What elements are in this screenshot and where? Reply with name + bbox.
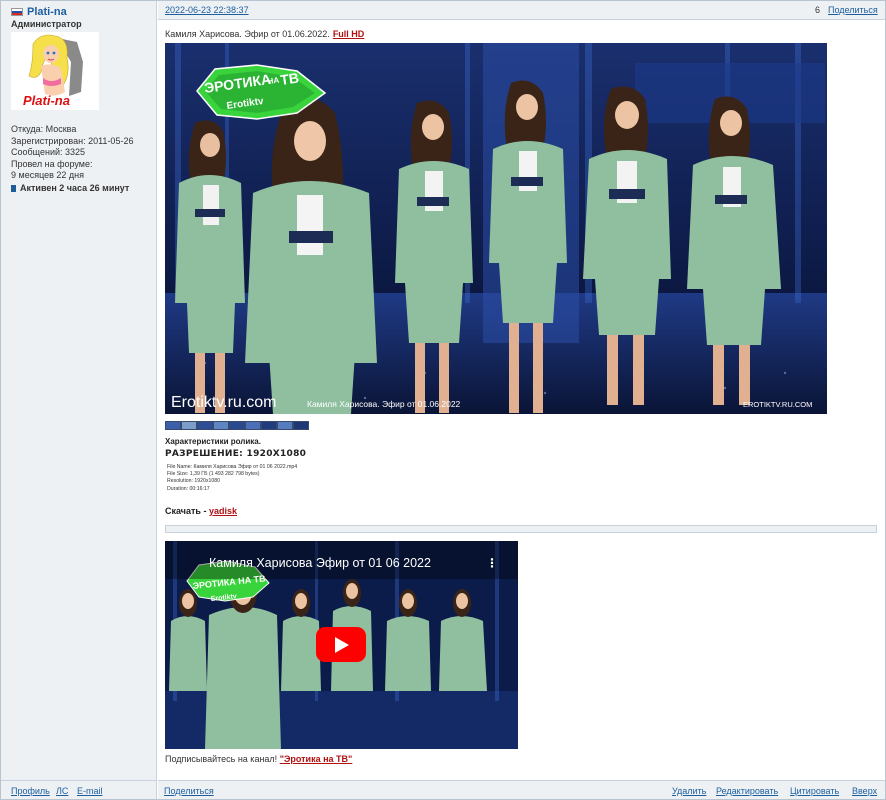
- quote-link[interactable]: Цитировать: [790, 786, 839, 796]
- subscribe-row: Подписывайтесь на канал! "Эротика на ТВ": [165, 754, 352, 764]
- edit-link[interactable]: Редактировать: [716, 786, 778, 796]
- video-logo-sub: Erotiktv: [210, 593, 237, 603]
- top-link[interactable]: Вверх: [852, 786, 877, 796]
- post-footer: Поделиться Удалить Редактировать Цитиров…: [158, 780, 885, 799]
- user-time-value: 9 месяцев 22 дня: [11, 170, 85, 180]
- post-title-text: Камиля Харисова. Эфир от 01.06.2022.: [165, 29, 330, 39]
- thumbnail[interactable]: [261, 421, 277, 430]
- share-link-top[interactable]: Поделиться: [828, 5, 878, 15]
- user-panel: Plati-na Администратор Plati-na Откуда: …: [1, 1, 157, 799]
- spoiler-bar[interactable]: [165, 525, 877, 533]
- thumbnail[interactable]: [293, 421, 309, 430]
- user-registered: Зарегистрирован: 2011-05-26: [11, 135, 134, 146]
- avatar: Plati-na: [11, 32, 99, 110]
- logo-text-tv: ТВ: [279, 70, 300, 88]
- watermark-left: Erotiktv.ru.com: [171, 394, 277, 411]
- delete-link[interactable]: Удалить: [672, 786, 706, 796]
- channel-link[interactable]: "Эротика на ТВ": [280, 754, 353, 764]
- share-link-bottom[interactable]: Поделиться: [164, 786, 214, 796]
- email-link[interactable]: E-mail: [77, 786, 103, 796]
- preview-image[interactable]: ЭРОТИКА НА ТВ Erotiktv Erotiktv.ru.com К…: [165, 43, 827, 414]
- pm-link[interactable]: ЛС: [56, 786, 68, 796]
- status-square-icon: [11, 184, 16, 192]
- watermark-caption: Камиля Харисова. Эфир от 01.06.2022: [307, 399, 461, 409]
- post-header: 2022-06-23 22:38:37 6 Поделиться: [158, 1, 885, 20]
- thumbnail[interactable]: [229, 421, 245, 430]
- user-rank: Администратор: [11, 19, 82, 29]
- more-options-icon[interactable]: ⋮: [486, 556, 498, 570]
- youtube-play-button[interactable]: [316, 627, 366, 662]
- user-footer: Профиль ЛС E-mail: [1, 780, 157, 799]
- post-date-link[interactable]: 2022-06-23 22:38:37: [165, 5, 249, 15]
- avatar-caption: Plati-na: [23, 93, 70, 108]
- post-number: 6: [815, 5, 821, 15]
- thumbnail[interactable]: [277, 421, 293, 430]
- file-info-size: File Size: 1,39 ГБ (1 493 282 798 bytes): [167, 471, 260, 478]
- file-info-duration: Duration: 00:16:17: [167, 485, 210, 492]
- thumbnail[interactable]: [181, 421, 197, 430]
- user-name-row: Plati-na: [11, 5, 67, 19]
- file-info-resolution: Resolution: 1920x1080: [167, 478, 221, 485]
- user-posts: Сообщений: 3325: [11, 147, 86, 157]
- russia-flag-icon: [11, 8, 23, 16]
- thumbnail[interactable]: [245, 421, 261, 430]
- user-active: Активен 2 часа 26 минут: [11, 183, 129, 193]
- user-info: Откуда: Москва Зарегистрирован: 2011-05-…: [11, 124, 155, 182]
- file-info: File Name: Камиля Харисова Эфир от 01 06…: [167, 464, 297, 493]
- video-logo-top: ЭРОТИКА НА ТВ: [192, 573, 266, 591]
- youtube-video[interactable]: Камиля Харисова Эфир от 01 06 2022 ⋮ ЭРО…: [165, 541, 518, 749]
- logo-text-na: НА: [267, 75, 280, 86]
- play-icon: [335, 637, 349, 653]
- preview-image-art: ЭРОТИКА НА ТВ Erotiktv Erotiktv.ru.com К…: [165, 43, 827, 414]
- user-active-text: Активен 2 часа 26 минут: [20, 183, 130, 193]
- download-row: Скачать - yadisk: [165, 506, 237, 516]
- profile-link[interactable]: Профиль: [11, 786, 50, 796]
- thumbnail[interactable]: [165, 421, 181, 430]
- file-info-name: File Name: Камиля Харисова Эфир от 01 06…: [167, 464, 298, 470]
- watermark-right: EROTIKTV.RU.COM: [743, 400, 812, 409]
- post-title: Камиля Харисова. Эфир от 01.06.2022. Full…: [165, 29, 364, 39]
- specs-heading: Характеристики ролика.: [165, 437, 261, 446]
- thumbnail-strip: [165, 421, 309, 430]
- resolution-text: РАЗРЕШЕНИЕ: 1920X1080: [165, 449, 307, 459]
- download-link[interactable]: yadisk: [209, 506, 237, 516]
- post-body: Камиля Харисова. Эфир от 01.06.2022. Full…: [165, 25, 879, 777]
- thumbnail[interactable]: [213, 421, 229, 430]
- thumbnail[interactable]: [197, 421, 213, 430]
- user-time-label: Провел на форуме:: [11, 158, 93, 169]
- full-hd-link[interactable]: Full HD: [333, 29, 365, 39]
- download-label: Скачать -: [165, 506, 207, 516]
- video-logo-icon: ЭРОТИКА НА ТВ Erotiktv: [192, 573, 266, 603]
- subscribe-text: Подписывайтесь на канал!: [165, 754, 278, 764]
- user-name[interactable]: Plati-na: [27, 6, 67, 18]
- user-location: Откуда: Москва: [11, 124, 77, 134]
- video-title[interactable]: Камиля Харисова Эфир от 01 06 2022: [209, 556, 431, 570]
- forum-post: Plati-na Администратор Plati-na Откуда: …: [0, 0, 886, 800]
